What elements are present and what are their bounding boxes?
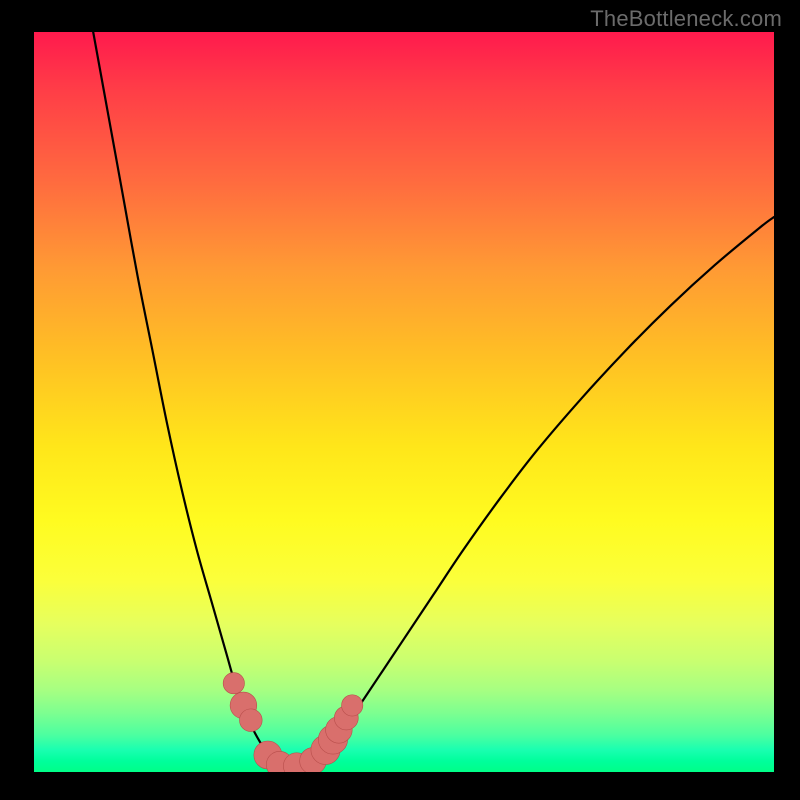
plot-area: [34, 32, 774, 772]
data-markers: [223, 673, 363, 772]
bottleneck-curve: [93, 32, 774, 766]
chart-svg: [34, 32, 774, 772]
data-marker: [342, 695, 363, 716]
data-marker: [223, 673, 244, 694]
chart-frame: TheBottleneck.com: [0, 0, 800, 800]
data-marker: [239, 709, 262, 732]
watermark-text: TheBottleneck.com: [590, 6, 782, 32]
